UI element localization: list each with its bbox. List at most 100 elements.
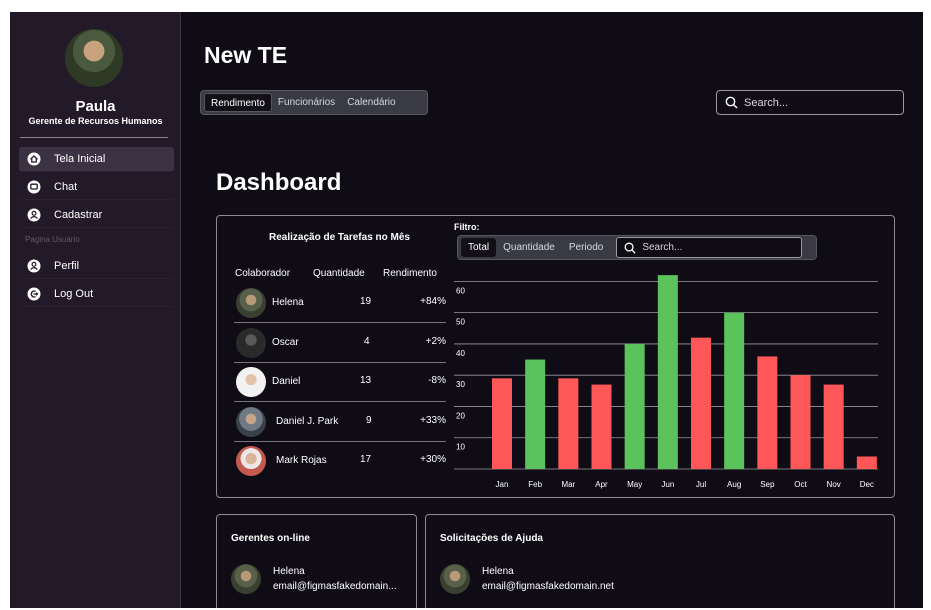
page-title: New TE [204, 42, 288, 68]
performance-value: +84% [420, 296, 446, 307]
table-row[interactable]: Oscar 4 +2% [234, 324, 446, 363]
sidebar-item-log-out[interactable]: Log Out [19, 282, 174, 307]
collaborator-name: Daniel J. Park [276, 416, 339, 427]
online-managers-card: Gerentes on-line Helena email@figmasfake… [216, 514, 417, 608]
avatar [236, 288, 266, 318]
section-label: Pagina Usuário [25, 235, 80, 244]
x-tick-label: Dec [860, 480, 874, 489]
column-header-quantidade: Quantidade [313, 268, 365, 279]
filter-tab-quantidade[interactable]: Quantidade [496, 238, 562, 257]
table-row[interactable]: Daniel J. Park 9 +33% [234, 403, 446, 442]
performance-title: Realização de Tarefas no Mês [269, 232, 410, 243]
bar-sep [757, 356, 778, 469]
sidebar-item-cadastrar[interactable]: Cadastrar [19, 203, 174, 228]
x-tick-label: Nov [827, 480, 841, 489]
column-header-colaborador: Colaborador [235, 268, 291, 279]
column-header-rendimento: Rendimento [383, 268, 437, 279]
x-tick-label: Sep [760, 480, 775, 489]
bar-feb [525, 359, 546, 469]
dashboard-card: Realização de Tarefas no Mês Colaborador… [216, 215, 895, 498]
x-tick-label: Oct [794, 480, 807, 489]
bar-jul [691, 337, 711, 469]
y-tick-label: 60 [456, 286, 465, 295]
y-tick-label: 40 [456, 349, 465, 358]
x-tick-label: Aug [727, 480, 741, 489]
table-row[interactable]: Helena 19 +84% [234, 284, 446, 323]
avatar [236, 407, 266, 437]
requester-email: email@figmasfakedomain.net [482, 581, 614, 592]
quantity-value: 9 [366, 415, 372, 426]
sidebar-item-label: Cadastrar [54, 209, 103, 221]
sidebar-item-perfil[interactable]: Perfil [19, 254, 174, 279]
top-search-box[interactable] [716, 90, 904, 115]
avatar [231, 564, 261, 594]
sidebar-item-label: Log Out [54, 288, 94, 300]
help-requests-title: Solicitações de Ajuda [440, 533, 543, 544]
user-avatar[interactable] [65, 29, 123, 87]
collaborator-name: Mark Rojas [276, 455, 327, 466]
filter-label: Filtro: [454, 222, 480, 232]
chart-search-box[interactable] [616, 237, 803, 258]
logout-icon [27, 287, 41, 301]
user-name: Paula [75, 98, 116, 115]
dashboard-title: Dashboard [216, 169, 342, 196]
filter-tab-periodo[interactable]: Periodo [562, 238, 610, 257]
x-tick-label: Apr [595, 480, 608, 489]
bar-aug [724, 312, 745, 469]
y-tick-label: 20 [456, 411, 465, 420]
chart-filter-bar: Total Quantidade Periodo [457, 235, 817, 260]
sidebar-divider [20, 137, 168, 138]
sidebar-item-label: Tela Inicial [54, 153, 106, 165]
y-tick-label: 30 [456, 380, 465, 389]
tab-calendario[interactable]: Calendário [341, 93, 401, 112]
table-row[interactable]: Mark Rojas 17 +30% [234, 442, 446, 481]
search-icon [725, 96, 738, 109]
app-window: Paula Gerente de Recursos Humanos Tela I… [10, 12, 923, 608]
avatar [236, 446, 266, 476]
avatar [440, 564, 470, 594]
bar-may [624, 343, 645, 469]
chart-search-input[interactable] [642, 242, 783, 253]
profile-icon [27, 259, 41, 273]
bar-oct [790, 375, 811, 469]
online-managers-title: Gerentes on-line [231, 533, 310, 544]
performance-value: +30% [420, 454, 446, 465]
manager-email: email@figmasfakedomain... [273, 581, 397, 592]
user-role: Gerente de Recursos Humanos [28, 116, 163, 126]
home-icon [27, 152, 41, 166]
performance-value: +33% [420, 415, 446, 426]
x-tick-label: Feb [528, 480, 542, 489]
bar-dec [856, 456, 877, 469]
top-tab-bar: Rendimento Funcionários Calendário [200, 90, 428, 115]
tab-funcionarios[interactable]: Funcionários [272, 93, 341, 112]
x-tick-label: Mar [561, 480, 575, 489]
chat-icon [27, 180, 41, 194]
quantity-value: 13 [360, 375, 372, 386]
search-icon [624, 242, 636, 254]
sidebar-item-label: Perfil [54, 260, 80, 272]
quantity-value: 19 [360, 296, 372, 307]
x-tick-label: Jun [661, 480, 674, 489]
requester-name: Helena [482, 566, 514, 577]
avatar [236, 328, 266, 358]
avatar [236, 367, 266, 397]
bar-jan [492, 378, 512, 469]
bar-nov [823, 384, 844, 469]
sidebar-item-label: Chat [54, 181, 78, 193]
search-input[interactable] [744, 96, 884, 109]
sidebar-item-chat[interactable]: Chat [19, 175, 174, 200]
filter-tab-total[interactable]: Total [461, 238, 497, 257]
collaborator-name: Helena [272, 297, 304, 308]
bar-apr [591, 384, 612, 469]
tab-rendimento[interactable]: Rendimento [204, 93, 272, 112]
x-tick-label: May [627, 480, 642, 489]
x-tick-label: Jan [496, 480, 509, 489]
help-requests-card: Solicitações de Ajuda Helena email@figma… [425, 514, 895, 608]
quantity-value: 17 [360, 454, 372, 465]
sidebar-item-tela-inicial[interactable]: Tela Inicial [19, 147, 174, 172]
table-row[interactable]: Daniel 13 -8% [234, 363, 446, 402]
collaborator-name: Oscar [272, 337, 299, 348]
x-tick-label: Jul [696, 480, 706, 489]
user-add-icon [27, 208, 41, 222]
bar-jun [657, 275, 678, 469]
